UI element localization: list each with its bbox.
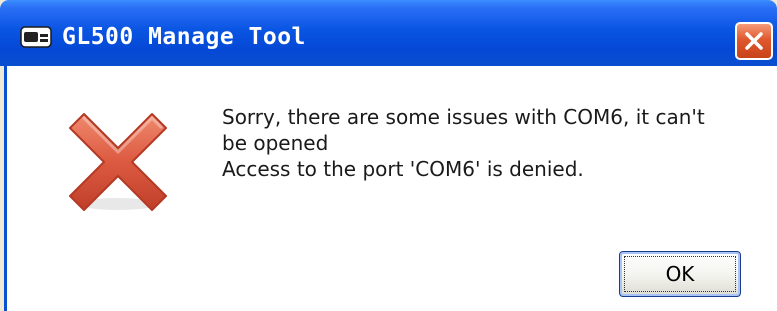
message-dialog-window: GL500 Manage Tool Sorry, there are some … (0, 0, 777, 311)
close-button[interactable] (735, 22, 773, 60)
title-bar[interactable]: GL500 Manage Tool (0, 0, 777, 66)
ok-button[interactable]: OK (619, 251, 741, 297)
message-line: Access to the port 'COM6' is denied. (222, 157, 584, 181)
app-icon (20, 26, 52, 48)
error-message: Sorry, there are some issues with COM6, … (222, 104, 777, 182)
window-title: GL500 Manage Tool (62, 24, 306, 50)
close-icon (745, 32, 763, 50)
message-line: be opened (222, 131, 329, 155)
dialog-body: Sorry, there are some issues with COM6, … (4, 66, 777, 311)
error-icon (69, 113, 167, 211)
message-line: Sorry, there are some issues with COM6, … (222, 105, 705, 129)
